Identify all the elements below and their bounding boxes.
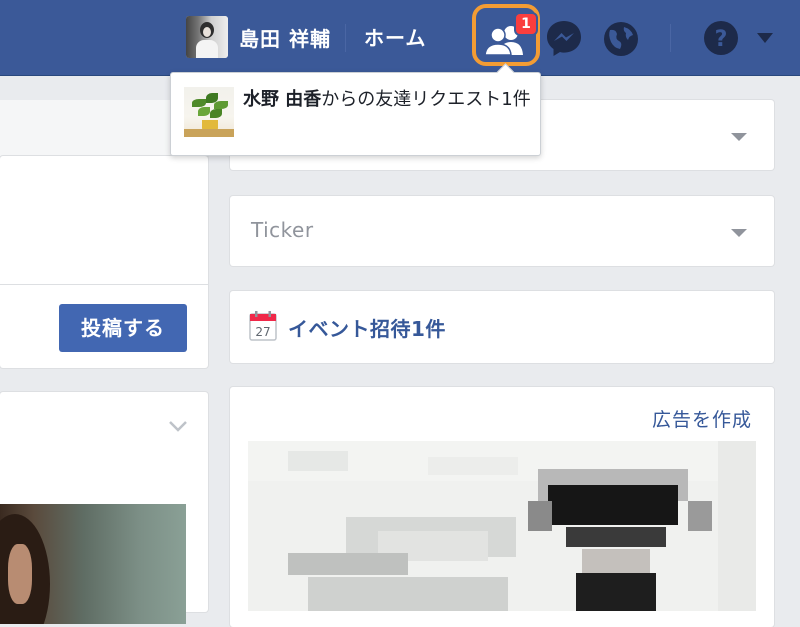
caret-down-icon[interactable]	[730, 228, 748, 238]
post-composer: 投稿する	[0, 156, 208, 368]
ad-image[interactable]	[248, 441, 756, 611]
notification-text: 水野 由香からの友達リクエスト1件	[243, 86, 533, 113]
create-ad-link[interactable]: 広告を作成	[652, 405, 752, 432]
nav-separator	[670, 24, 671, 52]
friend-request-notification[interactable]: 水野 由香からの友達リクエスト1件	[170, 63, 541, 156]
svg-text:?: ?	[715, 27, 728, 52]
chevron-down-icon[interactable]	[168, 420, 188, 432]
nav-separator	[345, 24, 346, 52]
post-button[interactable]: 投稿する	[59, 304, 187, 352]
ticker-panel: Ticker	[230, 196, 774, 266]
events-panel: 27 イベント招待1件	[230, 291, 774, 363]
home-link[interactable]: ホーム	[364, 22, 426, 51]
event-invites-link[interactable]: イベント招待1件	[288, 313, 446, 342]
caret-down-icon[interactable]	[730, 132, 748, 142]
profile-name: 島田 祥輔	[239, 26, 331, 51]
feed-story	[0, 392, 208, 624]
messenger-icon[interactable]	[545, 19, 583, 57]
account-menu-caret-icon[interactable]	[756, 32, 774, 44]
ads-panel: 広告を作成	[230, 387, 774, 627]
help-icon[interactable]: ?	[703, 20, 739, 56]
top-navigation-bar: 島田 祥輔 ホーム 1 ?	[0, 0, 800, 76]
notifications-globe-icon[interactable]	[602, 20, 640, 58]
calendar-icon: 27	[249, 311, 277, 341]
ticker-label: Ticker	[251, 218, 314, 242]
sender-name: 水野 由香	[243, 89, 322, 110]
sender-thumbnail	[184, 87, 234, 137]
profile-link[interactable]: 島田 祥輔	[186, 16, 331, 58]
svg-text:27: 27	[255, 325, 270, 339]
notification-message: からの友達リクエスト1件	[321, 89, 531, 110]
friend-requests-button[interactable]: 1	[472, 4, 540, 66]
friend-requests-badge: 1	[516, 14, 536, 34]
feed-photo[interactable]	[0, 504, 186, 624]
profile-avatar	[186, 16, 228, 58]
